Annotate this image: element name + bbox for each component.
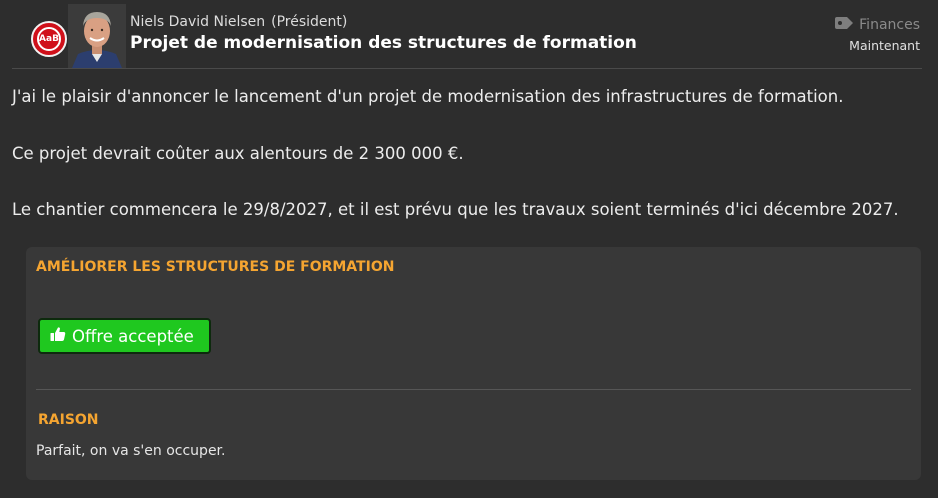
message-subject: Projet de modernisation des structures d… bbox=[130, 33, 637, 53]
panel-divider bbox=[36, 389, 911, 390]
header-divider bbox=[12, 68, 922, 69]
thumbs-up-icon bbox=[50, 326, 66, 346]
message-header: AaB Niels David Nielsen (Président) Proje… bbox=[0, 0, 938, 68]
sender-role: (Président) bbox=[271, 14, 348, 30]
reason-title: RAISON bbox=[38, 412, 99, 428]
club-logo: AaB bbox=[31, 21, 67, 57]
message-paragraph-1: J'ai le plaisir d'annoncer le lancement … bbox=[12, 87, 844, 106]
sender: Niels David Nielsen (Président) bbox=[130, 14, 347, 30]
message-paragraph-3: Le chantier commencera le 29/8/2027, et … bbox=[12, 200, 899, 219]
offer-accepted-button[interactable]: Offre acceptée bbox=[38, 318, 211, 354]
tag-icon bbox=[835, 17, 854, 33]
panel-title: AMÉLIORER LES STRUCTURES DE FORMATION bbox=[36, 259, 395, 275]
sender-name[interactable]: Niels David Nielsen bbox=[130, 14, 265, 30]
club-logo-text: AaB bbox=[37, 27, 61, 51]
response-panel: AMÉLIORER LES STRUCTURES DE FORMATION Of… bbox=[26, 247, 921, 480]
message-paragraph-2: Ce projet devrait coûter aux alentours d… bbox=[12, 144, 464, 163]
reason-text: Parfait, on va s'en occuper. bbox=[36, 443, 226, 459]
avatar bbox=[68, 4, 126, 68]
offer-accepted-label: Offre acceptée bbox=[72, 326, 194, 346]
category-label: Finances bbox=[835, 17, 920, 33]
message-time: Maintenant bbox=[849, 38, 920, 53]
category-text: Finances bbox=[859, 17, 920, 33]
